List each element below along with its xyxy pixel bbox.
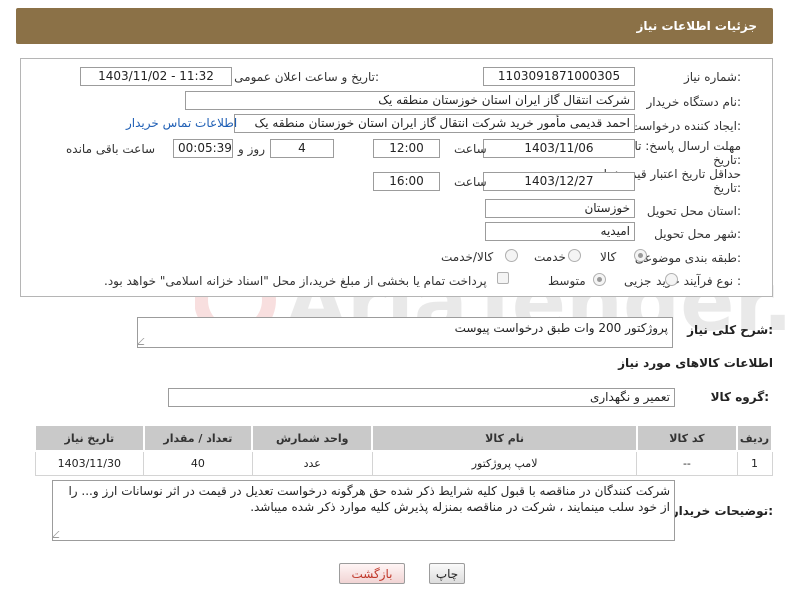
category-both-radio[interactable] xyxy=(505,249,518,262)
category-service-radio[interactable] xyxy=(568,249,581,262)
buyer-field: شرکت انتقال گاز ایران استان خوزستان منطق… xyxy=(185,91,635,110)
goods-group-label: گروه کالا: xyxy=(710,390,769,404)
summary-textarea: پروژکتور 200 وات طبق درخواست پیوست xyxy=(137,317,673,348)
treasury-bonds-note: پرداخت تمام یا بخشی از مبلغ خرید،از محل … xyxy=(104,274,487,288)
need-number-field: 1103091871000305 xyxy=(483,67,635,86)
announce-date-label: تاریخ و ساعت اعلان عمومی: xyxy=(234,70,379,84)
print-button[interactable]: چاپ xyxy=(429,563,465,584)
time-remaining-label: ساعت باقی مانده xyxy=(66,142,156,156)
summary-text: پروژکتور 200 وات طبق درخواست پیوست xyxy=(454,321,668,335)
province-field: خوزستان xyxy=(485,199,635,218)
col-unit-header: واحد شمارش xyxy=(251,424,374,452)
process-minor-label: جزیی xyxy=(624,274,652,288)
process-medium-radio[interactable] xyxy=(593,273,606,286)
page-header: جزئیات اطلاعات نیاز xyxy=(16,8,773,44)
treasury-bonds-checkbox[interactable] xyxy=(497,272,509,284)
cell-unit: عدد xyxy=(251,450,373,476)
cell-row: 1 xyxy=(736,450,773,476)
col-date-header: تاریخ نیاز xyxy=(34,424,145,452)
validity-time-field: 16:00 xyxy=(373,172,440,191)
time-remaining-field: 00:05:39 xyxy=(173,139,233,158)
buyer-notes-text: شرکت کنندگان در مناقصه با قبول کلیه شرای… xyxy=(68,484,670,514)
deadline-time-label: ساعت xyxy=(454,142,487,156)
cell-date: 1403/11/30 xyxy=(34,450,145,476)
col-name-header: نام کالا xyxy=(371,424,638,452)
table-header-row: ردیف کد کالا نام کالا واحد شمارش تعداد /… xyxy=(34,424,773,452)
days-label: روز و xyxy=(238,142,265,156)
category-goods-label: کالا xyxy=(600,250,617,264)
category-label: طبقه بندی موضوعی: xyxy=(634,251,741,265)
city-label: شهر محل تحویل: xyxy=(654,227,741,241)
col-qty-header: تعداد / مقدار xyxy=(142,424,254,452)
col-row-header: ردیف xyxy=(736,424,773,452)
requester-label: ایجاد کننده درخواست: xyxy=(630,119,741,133)
resize-handle-icon[interactable] xyxy=(53,531,66,538)
deadline-date-field: 1403/11/06 xyxy=(483,139,635,158)
category-goods-radio[interactable] xyxy=(634,249,647,262)
days-remaining-field: 4 xyxy=(270,139,334,158)
process-medium-label: متوسط xyxy=(548,274,586,288)
need-number-label: شماره نیاز: xyxy=(683,70,741,84)
cell-qty: 40 xyxy=(143,450,253,476)
validity-time-label: ساعت xyxy=(454,175,487,189)
buyer-label: نام دستگاه خریدار: xyxy=(646,95,742,109)
back-button[interactable]: بازگشت xyxy=(339,563,405,584)
summary-label: شرح کلی نیاز: xyxy=(687,323,773,337)
announce-date-field: 1403/11/02 - 11:32 xyxy=(80,67,232,86)
process-minor-radio[interactable] xyxy=(665,273,678,286)
buyer-notes-textarea: شرکت کنندگان در مناقصه با قبول کلیه شرای… xyxy=(52,480,675,541)
cell-name: لامپ پروژکتور xyxy=(371,450,638,476)
deadline-label: مهلت ارسال پاسخ: تا xyxy=(634,139,741,153)
category-both-label: کالا/خدمت xyxy=(441,250,494,264)
goods-info-title: اطلاعات کالاهای مورد نیاز xyxy=(618,356,773,370)
col-code-header: کد کالا xyxy=(635,424,739,452)
resize-handle-icon[interactable] xyxy=(138,338,151,345)
validity-date-field: 1403/12/27 xyxy=(483,172,635,191)
deadline-date-label: تاریخ: xyxy=(713,153,741,167)
page-title: جزئیات اطلاعات نیاز xyxy=(636,19,757,33)
table-row: 1 -- لامپ پروژکتور عدد 40 1403/11/30 xyxy=(34,450,773,476)
goods-group-field: تعمیر و نگهداری xyxy=(168,388,675,407)
city-field: امیدیه xyxy=(485,222,635,241)
buyer-notes-label: توضیحات خریدار: xyxy=(671,504,773,518)
category-service-label: خدمت xyxy=(534,250,566,264)
buyer-contact-link[interactable]: اطلاعات تماس خریدار xyxy=(126,116,237,130)
requester-field: احمد قدیمی مأمور خرید شرکت انتقال گاز ای… xyxy=(234,114,635,133)
province-label: استان محل تحویل: xyxy=(646,204,741,218)
goods-table: ردیف کد کالا نام کالا واحد شمارش تعداد /… xyxy=(34,424,773,476)
validity-date-label: تاریخ: xyxy=(713,181,741,195)
cell-code: -- xyxy=(636,450,738,476)
deadline-time-field: 12:00 xyxy=(373,139,440,158)
